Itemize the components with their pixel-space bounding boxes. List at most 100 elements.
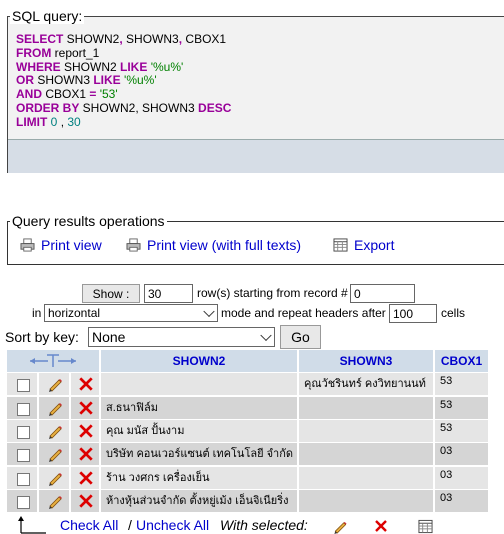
row-checkbox[interactable]	[17, 426, 30, 439]
sql-token: OR	[16, 73, 34, 88]
separator-text: /	[128, 517, 132, 533]
sql-line: OR SHOWN3 LIKE '%u%'	[16, 73, 231, 88]
sql-token: DESC	[198, 100, 232, 115]
cell-shown2: บริษัท คอนเวอร์แซนต์ เทคโนโลยี จำกัด	[101, 443, 297, 465]
sql-token: '%u%'	[124, 73, 157, 88]
row-checkbox[interactable]	[17, 473, 30, 486]
cell-cbox1: 03	[435, 490, 488, 512]
repeat-headers-input[interactable]: 100	[389, 304, 437, 323]
start-record-input[interactable]: 0	[350, 284, 415, 303]
print-view-full-label: Print view (with full texts)	[147, 237, 302, 253]
print-icon	[126, 238, 141, 252]
cell-shown2: คุณ มนัส ปั้นงาม	[101, 420, 297, 442]
sql-token: '%u%'	[150, 59, 184, 74]
edit-pencil-icon[interactable]	[47, 493, 63, 509]
display-mode-value: horizontal	[48, 306, 101, 320]
arrow-up-icon	[18, 516, 46, 534]
sort-by-key-label: Sort by key:	[5, 329, 79, 345]
display-mode-select[interactable]: horizontal	[44, 304, 218, 322]
edit-pencil-icon[interactable]	[47, 423, 63, 439]
print-view-full-link[interactable]: Print view (with full texts)	[126, 237, 301, 253]
print-icon	[20, 238, 35, 252]
cell-cbox1: 53	[435, 397, 488, 419]
export-link[interactable]: Export	[333, 237, 394, 253]
delete-x-icon[interactable]	[78, 423, 94, 439]
mode-repeat-text: mode and repeat headers after	[221, 306, 386, 320]
cell-shown3	[299, 467, 433, 489]
show-button[interactable]: Show :	[82, 284, 140, 303]
row-checkbox[interactable]	[17, 496, 30, 509]
sql-query-panel: SELECT SHOWN2, SHOWN3, CBOX1 FROM report_…	[7, 16, 504, 173]
edit-pencil-icon[interactable]	[47, 446, 63, 462]
cell-cbox1: 53	[435, 420, 488, 442]
cell-shown2: ร้าน วงศกร เครื่องเย็น	[101, 467, 297, 489]
row-checkbox[interactable]	[17, 379, 30, 392]
column-resize-header[interactable]	[7, 350, 99, 372]
sql-token: 30	[67, 114, 81, 129]
edit-pencil-icon[interactable]	[47, 470, 63, 486]
uncheck-all-link[interactable]: Uncheck All	[136, 517, 209, 533]
row-checkbox[interactable]	[17, 449, 30, 462]
column-header-cbox1[interactable]: CBOX1	[435, 350, 488, 372]
sql-token: SHOWN3	[34, 73, 94, 88]
sql-token: SHOWN2, SHOWN3	[79, 100, 199, 115]
sql-token: CBOX1	[182, 32, 227, 46]
sql-token: SHOWN2	[63, 32, 120, 46]
cell-shown2	[101, 373, 297, 395]
column-header-shown2[interactable]: SHOWN2	[101, 350, 297, 372]
sql-token: WHERE	[16, 59, 61, 74]
sql-line: LIMIT 0 , 30	[16, 114, 231, 130]
sql-token: ORDER BY	[16, 100, 80, 115]
rows-count-input[interactable]: 30	[144, 284, 193, 303]
with-selected-label: With selected:	[220, 517, 308, 533]
sql-code: SELECT SHOWN2, SHOWN3, CBOX1 FROM report_…	[16, 32, 232, 130]
sql-token: LIMIT	[16, 114, 48, 129]
cell-shown3: คุณวัชรินทร์ คงวิทยานนท์	[299, 373, 433, 395]
sql-token: ,	[57, 114, 68, 129]
sql-token: SHOWN2	[60, 59, 121, 74]
go-button[interactable]: Go	[280, 325, 321, 349]
sql-toolbar-bar	[8, 139, 504, 173]
sql-query-legend: SQL query:	[10, 8, 85, 24]
cell-shown3	[299, 490, 433, 512]
sort-key-value: None	[92, 329, 126, 345]
edit-pencil-icon[interactable]	[47, 376, 63, 392]
edit-pencil-icon[interactable]	[47, 400, 63, 416]
rows-starting-text: row(s) starting from record #	[197, 286, 348, 300]
export-selected-icon[interactable]	[418, 519, 433, 534]
delete-x-icon[interactable]	[78, 400, 94, 416]
sql-token: LIKE	[120, 59, 148, 74]
sql-line: ORDER BY SHOWN2, SHOWN3 DESC	[16, 100, 232, 116]
cell-cbox1: 03	[435, 467, 488, 489]
sql-line: WHERE SHOWN2 LIKE '%u%'	[16, 59, 231, 75]
delete-selected-icon[interactable]	[374, 519, 388, 533]
sql-token: AND	[16, 87, 42, 102]
delete-x-icon[interactable]	[78, 376, 94, 392]
sql-token: FROM	[16, 45, 52, 60]
cell-shown3	[299, 397, 433, 419]
row-checkbox[interactable]	[17, 403, 30, 416]
cell-shown3	[299, 443, 433, 465]
delete-x-icon[interactable]	[78, 446, 94, 462]
cell-cbox1: 03	[435, 443, 488, 465]
print-view-link[interactable]: Print view	[20, 237, 102, 253]
query-results-operations-legend: Query results operations	[10, 213, 167, 229]
sql-token: LIKE	[93, 73, 121, 88]
export-icon	[333, 238, 348, 252]
sql-token: CBOX1	[42, 87, 90, 102]
export-label: Export	[354, 237, 395, 253]
delete-x-icon[interactable]	[78, 493, 94, 509]
check-all-link[interactable]: Check All	[60, 517, 118, 533]
column-arrows-icon	[30, 354, 76, 367]
sort-key-select[interactable]: None	[88, 327, 275, 347]
sql-line: FROM report_1	[16, 45, 231, 61]
sql-token: SHOWN3	[122, 32, 179, 46]
column-header-shown3[interactable]: SHOWN3	[299, 350, 433, 372]
edit-selected-icon[interactable]	[332, 519, 348, 534]
chevron-down-icon	[260, 329, 272, 342]
cells-text: cells	[441, 306, 466, 320]
cell-shown2: ห้างหุ้นส่วนจำกัด ตั้งหยู่เม้ง เอ็นจิเนี…	[101, 490, 297, 512]
sql-line: SELECT SHOWN2, SHOWN3, CBOX1	[16, 32, 231, 47]
chevron-down-icon	[203, 305, 215, 318]
delete-x-icon[interactable]	[78, 470, 94, 486]
